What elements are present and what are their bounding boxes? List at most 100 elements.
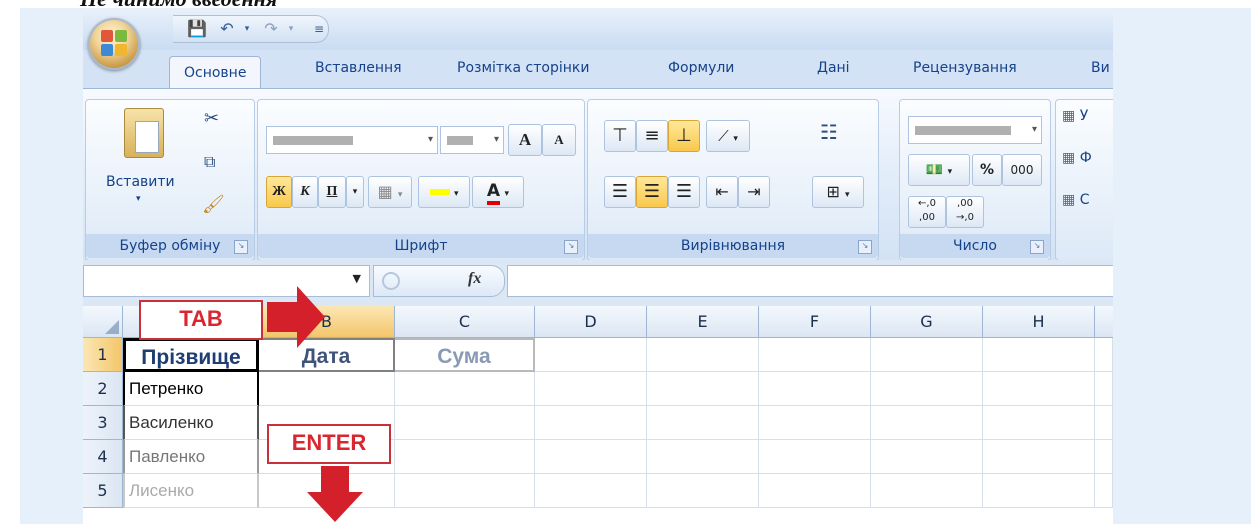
empty-cell[interactable] bbox=[871, 372, 983, 406]
empty-cell[interactable] bbox=[871, 440, 983, 474]
empty-cell[interactable] bbox=[647, 474, 759, 508]
empty-cell[interactable] bbox=[647, 406, 759, 440]
column-header-f[interactable]: F bbox=[759, 306, 871, 338]
row-header-1[interactable]: 1 bbox=[83, 338, 123, 372]
fill-color-button[interactable]: ▾ bbox=[418, 176, 470, 208]
empty-cell[interactable] bbox=[1095, 338, 1113, 372]
align-right-button[interactable]: ☰ bbox=[668, 176, 700, 208]
underline-dropdown-icon[interactable]: ▾ bbox=[346, 176, 364, 208]
empty-cell[interactable] bbox=[759, 440, 871, 474]
tab-page-layout[interactable]: Розмітка сторінки bbox=[457, 60, 589, 76]
insert-function-icon[interactable]: fx bbox=[468, 270, 481, 288]
cell-a4[interactable]: Павленко bbox=[123, 440, 259, 474]
borders-button[interactable]: ▦ ▾ bbox=[368, 176, 412, 208]
align-top-button[interactable]: ⊤ bbox=[604, 120, 636, 152]
formula-input[interactable] bbox=[507, 265, 1113, 297]
column-header-d[interactable]: D bbox=[535, 306, 647, 338]
empty-cell[interactable] bbox=[647, 440, 759, 474]
underline-button[interactable]: П bbox=[318, 176, 346, 208]
decrease-decimal-button[interactable]: ,00 →,0 bbox=[946, 196, 984, 228]
empty-cell[interactable] bbox=[535, 440, 647, 474]
undo-icon[interactable]: ↶ bbox=[217, 19, 237, 39]
empty-cell[interactable] bbox=[983, 406, 1095, 440]
empty-cell[interactable] bbox=[535, 406, 647, 440]
select-all-corner[interactable] bbox=[83, 306, 123, 338]
row-header-5[interactable]: 5 bbox=[83, 474, 123, 508]
empty-cell[interactable] bbox=[1095, 474, 1113, 508]
format-painter-icon[interactable]: 🖌 bbox=[202, 194, 225, 215]
align-center-button[interactable]: ☰ bbox=[636, 176, 668, 208]
tab-insert[interactable]: Вставлення bbox=[315, 60, 402, 76]
copy-icon[interactable]: ⧉ bbox=[204, 152, 215, 172]
empty-cell[interactable] bbox=[395, 372, 535, 406]
empty-cell[interactable] bbox=[983, 372, 1095, 406]
font-size-combo[interactable]: ▾ bbox=[440, 126, 504, 154]
italic-button[interactable]: К bbox=[292, 176, 318, 208]
align-middle-button[interactable]: ≡ bbox=[636, 120, 668, 152]
empty-cell[interactable] bbox=[1095, 372, 1113, 406]
customize-qat-icon[interactable]: ≡ bbox=[309, 19, 329, 39]
undo-dropdown-icon[interactable]: ▾ bbox=[237, 19, 257, 39]
office-button[interactable] bbox=[88, 18, 140, 70]
empty-cell[interactable] bbox=[759, 474, 871, 508]
tab-home[interactable]: Основне bbox=[169, 56, 262, 89]
empty-cell[interactable] bbox=[535, 474, 647, 508]
tab-view[interactable]: Ви bbox=[1091, 60, 1110, 76]
increase-decimal-button[interactable]: ←,0,00 bbox=[908, 196, 946, 228]
thousands-button[interactable]: 000 bbox=[1002, 154, 1042, 186]
empty-cell[interactable] bbox=[259, 372, 395, 406]
decrease-indent-button[interactable]: ⇤ bbox=[706, 176, 738, 208]
empty-cell[interactable] bbox=[395, 406, 535, 440]
empty-cell[interactable] bbox=[535, 372, 647, 406]
cut-icon[interactable]: ✂ bbox=[204, 108, 219, 129]
font-color-button[interactable]: A ▾ bbox=[472, 176, 524, 208]
empty-cell[interactable] bbox=[759, 406, 871, 440]
shrink-font-button[interactable]: A bbox=[542, 124, 576, 156]
wrap-text-icon[interactable]: ☷ bbox=[820, 120, 838, 144]
font-launcher-icon[interactable]: ↘ bbox=[564, 240, 578, 254]
cell-c1[interactable]: Сума bbox=[395, 338, 535, 372]
paste-icon[interactable] bbox=[124, 108, 164, 158]
empty-cell[interactable] bbox=[647, 338, 759, 372]
clipboard-launcher-icon[interactable]: ↘ bbox=[234, 240, 248, 254]
empty-cell[interactable] bbox=[395, 474, 535, 508]
empty-cell[interactable] bbox=[871, 338, 983, 372]
cell-a2[interactable]: Петренко bbox=[123, 372, 259, 406]
row-header-3[interactable]: 3 bbox=[83, 406, 123, 440]
currency-format-button[interactable]: 💵 ▾ bbox=[908, 154, 970, 186]
empty-cell[interactable] bbox=[535, 338, 647, 372]
paste-dropdown-icon[interactable]: ▾ bbox=[136, 194, 141, 204]
redo-icon[interactable]: ↷ bbox=[261, 19, 281, 39]
conditional-formatting-item[interactable]: ▦ У bbox=[1062, 108, 1088, 124]
number-format-combo[interactable]: ▾ bbox=[908, 116, 1042, 144]
cell-a5[interactable]: Лисенко bbox=[123, 474, 259, 508]
orientation-button[interactable]: ⟋ ▾ bbox=[706, 120, 750, 152]
empty-cell[interactable] bbox=[983, 440, 1095, 474]
empty-cell[interactable] bbox=[983, 338, 1095, 372]
column-header-g[interactable]: G bbox=[871, 306, 983, 338]
bold-button[interactable]: Ж bbox=[266, 176, 292, 208]
cell-styles-item[interactable]: ▦ С bbox=[1062, 192, 1089, 208]
empty-cell[interactable] bbox=[1095, 440, 1113, 474]
format-as-table-item[interactable]: ▦ Ф bbox=[1062, 150, 1092, 166]
percent-button[interactable]: % bbox=[972, 154, 1002, 186]
tab-data[interactable]: Дані bbox=[817, 60, 850, 76]
merge-center-button[interactable]: ⊞ ▾ bbox=[812, 176, 864, 208]
column-header-e[interactable]: E bbox=[647, 306, 759, 338]
empty-cell[interactable] bbox=[871, 474, 983, 508]
row-header-4[interactable]: 4 bbox=[83, 440, 123, 474]
align-left-button[interactable]: ☰ bbox=[604, 176, 636, 208]
increase-indent-button[interactable]: ⇥ bbox=[738, 176, 770, 208]
name-box-dropdown-icon[interactable]: ▼ bbox=[353, 272, 361, 285]
empty-cell[interactable] bbox=[759, 372, 871, 406]
alignment-launcher-icon[interactable]: ↘ bbox=[858, 240, 872, 254]
cell-a1[interactable]: Прізвище bbox=[123, 338, 259, 372]
empty-cell[interactable] bbox=[647, 372, 759, 406]
empty-cell[interactable] bbox=[983, 474, 1095, 508]
align-bottom-button[interactable]: ⊥ bbox=[668, 120, 700, 152]
column-header-h[interactable]: H bbox=[983, 306, 1095, 338]
empty-cell[interactable] bbox=[395, 440, 535, 474]
empty-cell[interactable] bbox=[759, 338, 871, 372]
font-name-combo[interactable]: ▾ bbox=[266, 126, 438, 154]
tab-review[interactable]: Рецензування bbox=[913, 60, 1017, 76]
